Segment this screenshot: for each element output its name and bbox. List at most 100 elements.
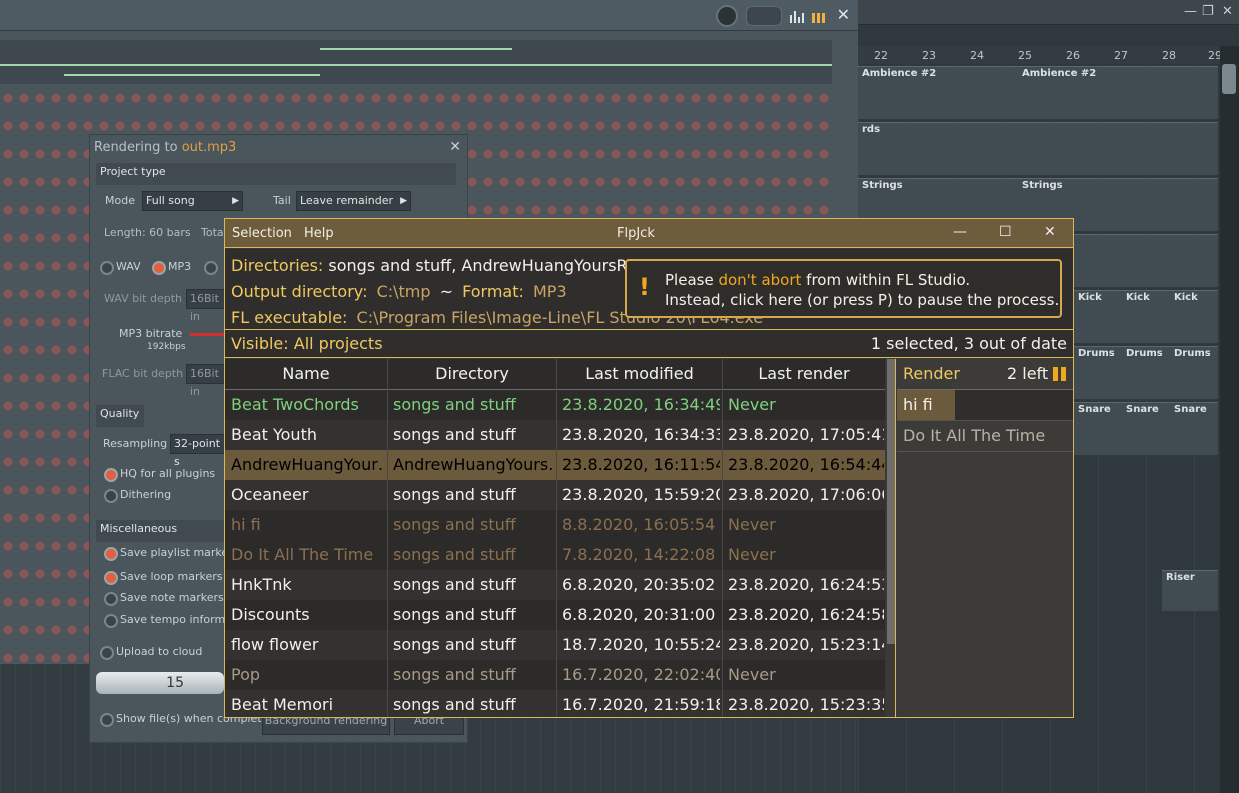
pattern-clip[interactable]: rds xyxy=(858,122,1218,175)
menu-selection[interactable]: Selection xyxy=(232,226,292,241)
render-count-slider[interactable]: 15 xyxy=(96,672,224,694)
pattern-clip[interactable]: Ambience #2 xyxy=(1018,66,1218,119)
channel-rack-close-icon[interactable]: ✕ xyxy=(837,5,850,24)
length-text: Length: 60 bars xyxy=(104,226,191,239)
cell-modified: 16.7.2020, 21:59:18 xyxy=(562,695,720,714)
divider xyxy=(895,359,896,717)
close-icon[interactable]: ✕ xyxy=(1222,4,1233,19)
visible-filter[interactable]: All projects xyxy=(294,334,383,353)
table-row[interactable]: flow flower songs and stuff 18.7.2020, 10:… xyxy=(225,630,885,660)
misc-section: Miscellaneous xyxy=(96,520,228,542)
dont-abort-notice[interactable]: ! Please don't abort from within FL Stud… xyxy=(625,259,1062,318)
pause-icon[interactable] xyxy=(1053,367,1067,381)
cell-name: Discounts xyxy=(231,605,310,624)
pattern-clip[interactable]: Snare xyxy=(1122,402,1170,455)
pattern-clip[interactable]: Kick xyxy=(1170,290,1218,343)
output-label: Output directory: xyxy=(231,282,368,301)
format-wav-radio[interactable] xyxy=(100,261,114,275)
pattern-clip[interactable]: Riser xyxy=(1162,570,1218,611)
executable-label: FL executable: xyxy=(231,308,348,327)
projects-table[interactable]: Name Directory Last modified Last render… xyxy=(225,359,885,717)
pattern-clip[interactable]: Drums xyxy=(1122,346,1170,399)
table-row[interactable]: Pop songs and stuff 16.7.2020, 22:02:40 Nev… xyxy=(225,660,885,690)
pattern-clip[interactable]: Drums xyxy=(1170,346,1218,399)
playlist-scrollbar[interactable] xyxy=(1220,46,1239,793)
cell-name: Beat Memori xyxy=(231,695,334,714)
table-row[interactable]: Do It All The Time songs and stuff 7.8.202… xyxy=(225,540,885,570)
col-name[interactable]: Name xyxy=(225,364,387,383)
save-loop-label: Save loop markers xyxy=(120,570,223,583)
minimize-icon[interactable]: — xyxy=(953,224,967,240)
mp3-bitrate-label: MP3 bitrate xyxy=(119,327,183,340)
table-row[interactable]: HnkTnk songs and stuff 6.8.2020, 20:35:02 2… xyxy=(225,570,885,600)
rendering-filename: out.mp3 xyxy=(181,140,237,155)
table-row[interactable]: AndrewHuangYour… AndrewHuangYours… 23.8.20… xyxy=(225,450,885,480)
dithering-radio[interactable] xyxy=(104,489,118,503)
step-view-icon[interactable] xyxy=(812,9,825,23)
minimize-icon[interactable]: — xyxy=(1184,4,1197,19)
table-scroll-thumb[interactable] xyxy=(887,359,895,644)
rendering-title: Rendering to out.mp3 xyxy=(94,140,236,155)
pattern-clip[interactable]: Drums xyxy=(1074,346,1122,399)
cell-dir: songs and stuff xyxy=(393,515,516,534)
save-playlist-radio[interactable] xyxy=(104,547,118,561)
output-value[interactable]: C:\tmp xyxy=(377,282,431,301)
pattern-clip[interactable]: Snare xyxy=(1074,402,1122,455)
flac-depth-select[interactable]: 16Bit in xyxy=(186,364,229,398)
show-files-radio[interactable] xyxy=(100,713,114,727)
table-row[interactable]: Oceaneer songs and stuff 23.8.2020, 15:59:… xyxy=(225,480,885,510)
pattern-clip[interactable]: Kick xyxy=(1122,290,1170,343)
directories-value[interactable]: songs and stuff, AndrewHuangYoursRem xyxy=(328,256,652,275)
maximize-icon[interactable]: ☐ xyxy=(999,224,1012,240)
output-line[interactable]: Output directory: C:\tmp ~ Format: MP3 xyxy=(231,282,567,301)
col-last-render[interactable]: Last render xyxy=(723,364,885,383)
table-row[interactable]: Beat Memori songs and stuff 16.7.2020, 21:… xyxy=(225,690,885,717)
upload-cloud-radio[interactable] xyxy=(100,646,114,660)
save-note-radio[interactable] xyxy=(104,592,118,606)
queue-item-active[interactable]: hi fi xyxy=(897,390,1073,421)
table-row[interactable]: Discounts songs and stuff 6.8.2020, 20:31:… xyxy=(225,600,885,630)
bar-number: 28 xyxy=(1162,49,1176,62)
format-mp3-label: MP3 xyxy=(168,260,192,273)
cell-render: 23.8.2020, 17:06:06 xyxy=(728,485,884,504)
bar-number: 24 xyxy=(970,49,984,62)
col-last-modified[interactable]: Last modified xyxy=(557,364,722,383)
bitrate-slider[interactable] xyxy=(190,333,224,336)
pattern-clip[interactable]: Kick xyxy=(1074,290,1122,343)
wav-depth-select[interactable]: 16Bit in xyxy=(186,289,229,323)
visible-line[interactable]: Visible: All projects xyxy=(231,334,383,353)
hq-plugins-radio[interactable] xyxy=(104,468,118,482)
channel-filter-display[interactable] xyxy=(746,6,782,26)
pattern-clip[interactable]: Snare xyxy=(1170,402,1218,455)
close-icon[interactable]: ✕ xyxy=(1044,224,1056,240)
cell-modified: 18.7.2020, 10:55:24 xyxy=(562,635,720,654)
maximize-icon[interactable]: ❐ xyxy=(1202,4,1214,19)
cell-render: 23.8.2020, 15:23:35 xyxy=(728,695,884,714)
format-flac-radio[interactable] xyxy=(204,261,218,275)
cell-dir: songs and stuff xyxy=(393,575,516,594)
save-loop-radio[interactable] xyxy=(104,571,118,585)
mode-select[interactable]: Full song ▶ xyxy=(142,191,243,211)
mp3-bitrate-value: 192kbps xyxy=(147,342,186,352)
table-row[interactable]: Beat TwoChords songs and stuff 23.8.2020, … xyxy=(225,390,885,420)
table-row[interactable]: hi fi songs and stuff 8.8.2020, 16:05:54 Ne… xyxy=(225,510,885,540)
format-value[interactable]: MP3 xyxy=(533,282,567,301)
format-mp3-radio[interactable] xyxy=(152,261,166,275)
resampling-select[interactable]: 32-point s xyxy=(170,434,229,468)
notice-line-1: Please don't abort from within FL Studio… xyxy=(665,271,971,289)
table-row[interactable]: Beat Youth songs and stuff 23.8.2020, 16:3… xyxy=(225,420,885,450)
playlist-timeline-ruler[interactable]: 22 23 24 25 26 27 28 29 xyxy=(858,46,1222,64)
rendering-close-icon[interactable]: ✕ xyxy=(449,139,461,155)
notice-line-2: Instead, click here (or press P) to paus… xyxy=(665,291,1060,309)
tail-select[interactable]: Leave remainder ▶ xyxy=(296,191,411,211)
save-tempo-radio[interactable] xyxy=(104,614,118,628)
playlist-scroll-thumb[interactable] xyxy=(1222,64,1236,94)
directories-line[interactable]: Directories: songs and stuff, AndrewHuan… xyxy=(231,256,652,275)
swing-knob-icon[interactable] xyxy=(716,5,738,27)
directories-label: Directories: xyxy=(231,256,324,275)
menu-help[interactable]: Help xyxy=(304,226,334,241)
pattern-clip[interactable]: Ambience #2 xyxy=(858,66,1018,119)
queue-item[interactable]: Do It All The Time xyxy=(897,421,1073,452)
graph-editor-icon[interactable] xyxy=(790,9,804,23)
col-directory[interactable]: Directory xyxy=(388,364,556,383)
